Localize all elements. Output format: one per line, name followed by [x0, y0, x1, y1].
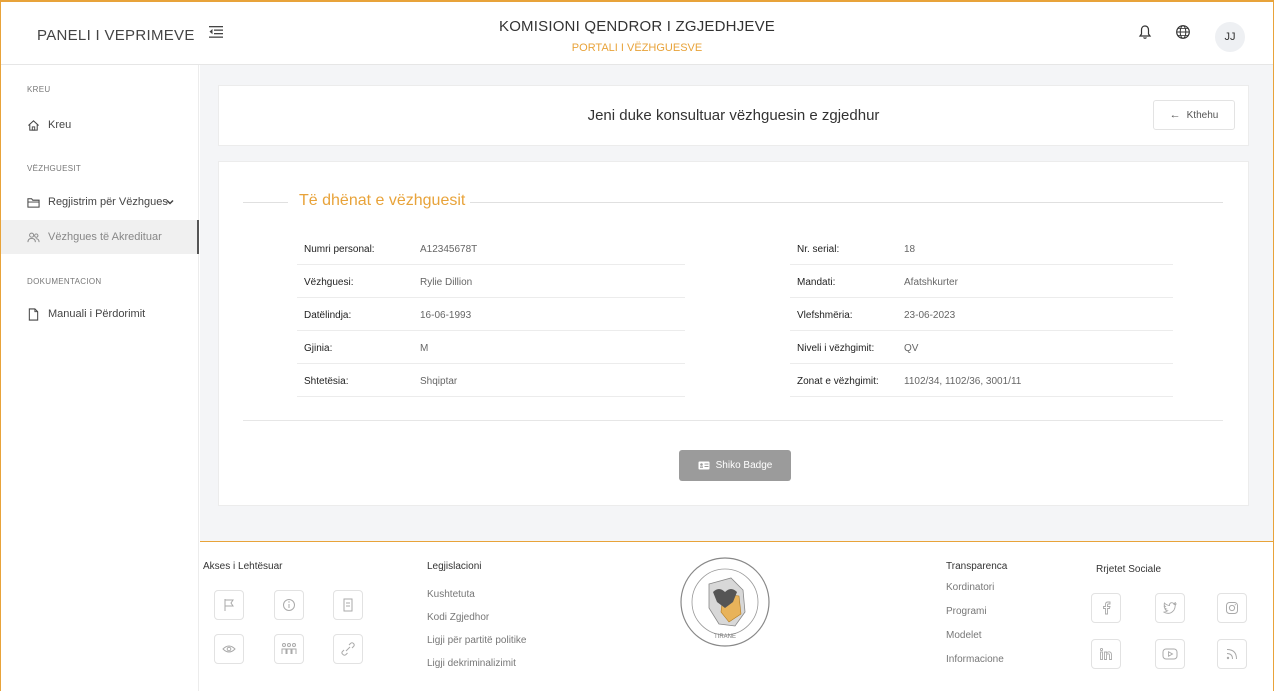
back-button[interactable]: ← Kthehu: [1153, 100, 1235, 130]
sidebar-item-label: Manuali i Përdorimit: [48, 308, 146, 320]
sidebar-section-dokumentacion: DOKUMENTACION: [27, 277, 102, 286]
field-value: Rylie Dillion: [420, 277, 473, 288]
field-zonat: Zonat e vëzhgimit: 1102/34, 1102/36, 300…: [790, 364, 1173, 397]
people-icon[interactable]: [274, 634, 304, 664]
sidebar: KREU Kreu VËZHGUESIT Regjistrim për Vëzh…: [1, 65, 199, 691]
back-button-label: Kthehu: [1186, 109, 1219, 121]
footer: Akses i Lehtësuar Legjislacioni Kushtetu…: [200, 541, 1273, 691]
sidebar-item-label: Regjistrim për Vëzhgues: [48, 196, 168, 208]
facebook-icon[interactable]: [1091, 593, 1121, 623]
field-value: 16-06-1993: [420, 310, 472, 321]
field-gjinia: Gjinia: M: [297, 331, 685, 364]
footer-link-partite[interactable]: Ligji për partitë politike: [427, 635, 527, 646]
footer-legislation-title: Legjislacioni: [427, 561, 482, 572]
document-icon: [28, 307, 39, 321]
field-nr-serial: Nr. serial: 18: [790, 232, 1173, 265]
footer-link-kodi-zgjedhor[interactable]: Kodi Zgjedhor: [427, 612, 489, 623]
footer-transparency-title: Transparenca: [946, 561, 1008, 572]
field-value: Shqiptar: [420, 376, 458, 387]
folder-icon: [27, 197, 40, 208]
linkedin-icon[interactable]: [1091, 639, 1121, 669]
divider: [243, 420, 1223, 421]
top-header: PANELI I VEPRIMEVE KOMISIONI QENDROR I Z…: [1, 2, 1273, 65]
sidebar-item-label: Kreu: [48, 119, 72, 131]
youtube-icon[interactable]: [1155, 639, 1185, 669]
divider: [243, 202, 288, 203]
link-icon[interactable]: [333, 634, 363, 664]
field-mandati: Mandati: Afatshkurter: [790, 265, 1173, 298]
field-label: Vëzhguesi:: [304, 277, 354, 288]
sidebar-item-manuali[interactable]: Manuali i Përdorimit: [1, 297, 199, 331]
chevron-down-icon: [166, 199, 174, 205]
view-badge-label: Shiko Badge: [715, 460, 773, 471]
field-label: Datëlindja:: [304, 310, 352, 321]
rss-icon[interactable]: [1217, 639, 1247, 669]
field-label: Numri personal:: [304, 244, 375, 255]
info-icon[interactable]: [274, 590, 304, 620]
view-badge-button[interactable]: Shiko Badge: [679, 450, 791, 481]
field-value: M: [420, 343, 429, 354]
field-value: Afatshkurter: [904, 277, 958, 288]
eye-icon[interactable]: [214, 634, 244, 664]
arrow-left-icon: ←: [1169, 109, 1181, 121]
field-label: Nr. serial:: [797, 244, 840, 255]
instagram-icon[interactable]: [1217, 593, 1247, 623]
footer-social-title: Rrjetet Sociale: [1096, 564, 1162, 575]
sidebar-item-regjistrim[interactable]: Regjistrim për Vëzhgues: [1, 185, 199, 219]
footer-link-informacione[interactable]: Informacione: [946, 654, 1004, 665]
sidebar-section-vezhguesit: VËZHGUESIT: [27, 164, 82, 173]
field-label: Gjinia:: [304, 343, 333, 354]
sidebar-item-kreu[interactable]: Kreu: [1, 108, 199, 142]
kqz-seal-logo: TIRANE: [680, 557, 770, 647]
field-numri-personal: Numri personal: A12345678T: [297, 232, 685, 265]
page-title: Jeni duke konsultuar vëzhguesin e zgjedh…: [587, 107, 880, 124]
field-value: A12345678T: [420, 244, 478, 255]
field-shtetesia: Shtetësia: Shqiptar: [297, 364, 685, 397]
footer-link-kordinatori[interactable]: Kordinatori: [946, 582, 994, 593]
twitter-icon[interactable]: [1155, 593, 1185, 623]
bell-icon[interactable]: [1137, 24, 1153, 40]
field-vlefshmeria: Vlefshmëria: 23-06-2023: [790, 298, 1173, 331]
sidebar-item-akredituar[interactable]: Vëzhgues të Akredituar: [1, 220, 199, 254]
field-niveli: Niveli i vëzhgimit: QV: [790, 331, 1173, 364]
footer-link-programi[interactable]: Programi: [946, 606, 987, 617]
avatar[interactable]: JJ: [1215, 22, 1245, 52]
flag-icon[interactable]: [214, 590, 244, 620]
field-label: Shtetësia:: [304, 376, 349, 387]
field-value: 23-06-2023: [904, 310, 956, 321]
field-value: 18: [904, 244, 916, 255]
field-label: Mandati:: [797, 277, 836, 288]
home-icon: [28, 119, 39, 131]
header-title: KOMISIONI QENDROR I ZGJEDHJEVE: [498, 18, 776, 35]
divider: [470, 202, 1223, 203]
field-value: QV: [904, 343, 919, 354]
field-datelindja: Datëlindja: 16-06-1993: [297, 298, 685, 331]
section-title: Të dhënat e vëzhguesit: [299, 192, 466, 209]
document-icon[interactable]: [333, 590, 363, 620]
footer-link-kushtetuta[interactable]: Kushtetuta: [427, 589, 475, 600]
sidebar-item-label: Vëzhgues të Akredituar: [48, 231, 162, 243]
header-subtitle: PORTALI I VËZHGUESVE: [571, 42, 703, 54]
sidebar-section-kreu: KREU: [27, 85, 51, 94]
users-icon: [27, 232, 40, 242]
footer-accessibility-title: Akses i Lehtësuar: [203, 561, 283, 572]
field-label: Zonat e vëzhgimit:: [797, 376, 879, 387]
field-label: Niveli i vëzhgimit:: [797, 343, 875, 354]
footer-link-modelet[interactable]: Modelet: [946, 630, 982, 641]
id-card-icon: [698, 461, 710, 470]
page-header-card: Jeni duke konsultuar vëzhguesin e zgjedh…: [218, 85, 1249, 146]
seal-text: TIRANE: [714, 634, 736, 640]
field-value: 1102/34, 1102/36, 3001/11: [904, 376, 1022, 387]
footer-link-dekriminalizimit[interactable]: Ligji dekriminalizimit: [427, 658, 516, 669]
globe-icon[interactable]: [1175, 24, 1191, 40]
field-vezhguesi: Vëzhguesi: Rylie Dillion: [297, 265, 685, 298]
observer-details-card: Të dhënat e vëzhguesit Numri personal: A…: [218, 161, 1249, 506]
field-label: Vlefshmëria:: [797, 310, 853, 321]
